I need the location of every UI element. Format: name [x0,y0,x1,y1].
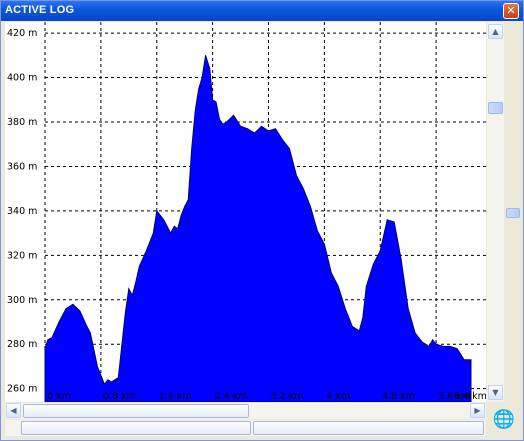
profile-button[interactable]: 🌐 [489,405,519,435]
x-tick-label: 2.4 km [215,391,248,402]
horizontal-zoom-thumb-right[interactable] [253,421,484,435]
down-arrow-icon: ▼ [492,388,499,397]
y-tick-label: 320 m [7,250,37,261]
y-tick-label: 280 m [7,339,37,350]
right-arrow-icon: ▶ [474,406,481,415]
x-end-label: 6.4 km [454,391,486,402]
y-tick-label: 420 m [7,28,37,39]
scroll-up-button[interactable]: ▲ [488,24,503,39]
up-arrow-icon: ▲ [492,27,499,36]
y-tick-label: 300 m [7,295,37,306]
horizontal-scrollbar[interactable]: ◀ ▶ [5,403,486,419]
vertical-scrollbar[interactable]: ▲ ▼ [487,22,504,402]
x-tick-label: 4 km [326,391,350,402]
x-tick-label: 3.2 km [271,391,304,402]
horizontal-zoom-thumb-left[interactable] [21,421,251,435]
horizontal-scroll-thumb[interactable] [23,404,249,418]
active-log-window: ACTIVE LOG ✕ 260 m 280 m 300 m 320 m 340 m 36… [0,0,524,441]
zoom-slider-thumb[interactable] [506,208,520,218]
vertical-scroll-thumb[interactable] [488,102,503,114]
zoom-scrollbar[interactable] [505,22,521,402]
title-bar[interactable]: ACTIVE LOG ✕ [1,1,523,21]
scroll-left-button[interactable]: ◀ [6,403,21,418]
globe-icon: 🌐 [492,409,516,430]
close-button[interactable]: ✕ [503,3,519,19]
x-tick-label: 4.8 km [382,391,415,402]
y-tick-label: 340 m [7,206,37,217]
x-tick-label: 1.6 km [159,391,192,402]
y-tick-label: 400 m [7,73,37,84]
y-tick-label: 380 m [7,117,37,128]
scroll-right-button[interactable]: ▶ [470,403,485,418]
x-tick-label: 0.8 km [103,391,136,402]
elevation-area [44,55,472,403]
window-title: ACTIVE LOG [5,4,75,16]
zoom-horizontal-bar[interactable] [5,420,486,436]
left-arrow-icon: ◀ [10,406,17,415]
y-tick-label: 360 m [7,161,37,172]
elevation-chart: 260 m 280 m 300 m 320 m 340 m 360 m 380 m 400 m… [5,22,487,403]
x-tick-label: 0 km [47,391,71,402]
elevation-profile-svg: 260 m 280 m 300 m 320 m 340 m 360 m 380 m 400 m… [7,22,487,403]
close-icon: ✕ [506,4,516,17]
scroll-down-button[interactable]: ▼ [488,385,503,400]
y-tick-label: 260 m [7,384,37,395]
